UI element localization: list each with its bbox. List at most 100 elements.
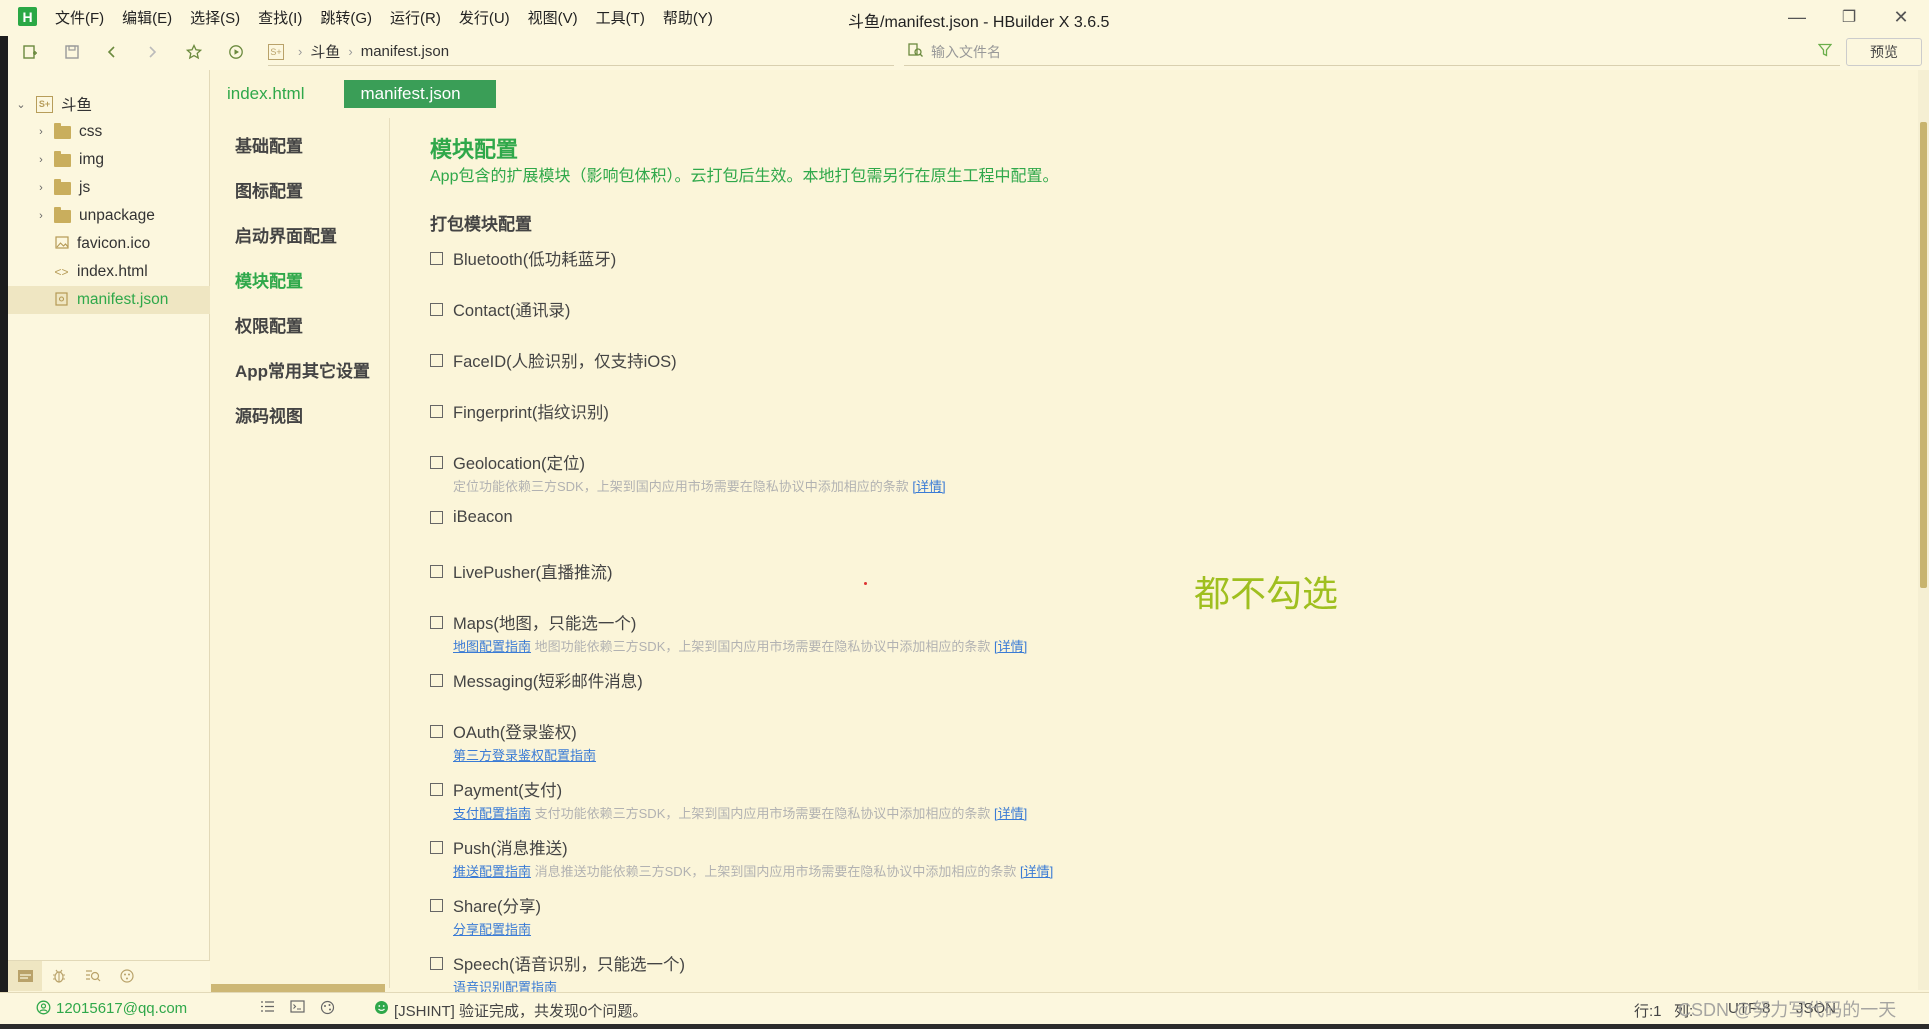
tree-item-index-html[interactable]: <> index.html (8, 258, 210, 286)
module-checkbox-row[interactable]: Push(消息推送) (430, 835, 1053, 859)
search-panel-icon[interactable] (76, 961, 110, 991)
module-checkbox-row[interactable]: Messaging(短彩邮件消息) (430, 668, 643, 692)
tree-item-js[interactable]: › js (8, 174, 210, 202)
tree-item-label: manifest.json (77, 291, 169, 308)
editor-tab-bar: index.html manifest.json (211, 80, 520, 108)
tree-item-css[interactable]: › css (8, 118, 210, 146)
module-checkbox-row[interactable]: Contact(通讯录) (430, 297, 570, 321)
payment-guide-link[interactable]: 支付配置指南 (453, 806, 531, 821)
module-checkbox-row[interactable]: Geolocation(定位) (430, 450, 946, 474)
module-checkbox-row[interactable]: iBeacon (430, 508, 513, 527)
menu-file[interactable]: 文件(F) (55, 7, 104, 28)
filter-icon[interactable] (1817, 43, 1833, 61)
menu-tools[interactable]: 工具(T) (596, 7, 645, 28)
user-icon (36, 1000, 51, 1018)
checkbox[interactable] (430, 724, 443, 738)
tree-item-img[interactable]: › img (8, 146, 210, 174)
minimize-button[interactable]: — (1784, 4, 1810, 30)
list-icon[interactable] (260, 1000, 275, 1016)
checkbox[interactable] (430, 840, 443, 854)
maximize-button[interactable]: ❐ (1836, 4, 1862, 30)
checkbox[interactable] (430, 956, 443, 970)
module-checkbox-row[interactable]: Fingerprint(指纹识别) (430, 399, 609, 423)
module-checkbox-row[interactable]: Maps(地图，只能选一个) (430, 610, 1027, 634)
tree-root-project[interactable]: ⌄ S+ 斗鱼 (8, 90, 210, 118)
menu-publish[interactable]: 发行(U) (459, 7, 510, 28)
menu-goto[interactable]: 跳转(G) (320, 7, 372, 28)
tree-item-unpackage[interactable]: › unpackage (8, 202, 210, 230)
module-checkbox-row[interactable]: Bluetooth(低功耗蓝牙) (430, 246, 616, 270)
details-link[interactable]: [详情] (994, 639, 1027, 654)
share-guide-link[interactable]: 分享配置指南 (453, 922, 531, 937)
menu-view[interactable]: 视图(V) (528, 7, 578, 28)
checkbox[interactable] (430, 302, 443, 316)
run-icon[interactable] (226, 42, 246, 62)
project-logo-icon: S+ (268, 43, 284, 60)
module-checkbox-row[interactable]: OAuth(登录鉴权) (430, 719, 596, 743)
checkbox[interactable] (430, 898, 443, 912)
nav-basic-config[interactable]: 基础配置 (235, 132, 303, 157)
details-link[interactable]: [详情] (1020, 864, 1053, 879)
module-label: Messaging(短彩邮件消息) (453, 673, 643, 691)
details-link[interactable]: [详情] (994, 806, 1027, 821)
close-button[interactable]: ✕ (1888, 4, 1914, 30)
save-icon[interactable] (62, 42, 82, 62)
forward-icon[interactable] (142, 42, 162, 62)
menu-edit[interactable]: 编辑(E) (122, 7, 172, 28)
preview-button[interactable]: 预览 (1846, 38, 1922, 66)
nav-permission-config[interactable]: 权限配置 (235, 312, 303, 337)
module-checkbox-row[interactable]: Speech(语音识别，只能选一个) (430, 951, 685, 975)
menu-run[interactable]: 运行(R) (390, 7, 441, 28)
checkbox[interactable] (430, 564, 443, 578)
nav-source-view[interactable]: 源码视图 (235, 402, 303, 427)
menu-help[interactable]: 帮助(Y) (663, 7, 713, 28)
project-manager-icon[interactable] (8, 960, 42, 991)
checkbox[interactable] (430, 673, 443, 687)
smile-status-icon (374, 1000, 389, 1018)
file-search-input[interactable] (931, 43, 1791, 60)
speech-guide-link[interactable]: 语音识别配置指南 (453, 980, 557, 992)
back-icon[interactable] (102, 42, 122, 62)
tab-index-html[interactable]: index.html (211, 80, 320, 108)
nav-splash-config[interactable]: 启动界面配置 (235, 222, 337, 247)
subsection-title: 打包模块配置 (430, 215, 532, 234)
checkbox[interactable] (430, 404, 443, 418)
tree-item-favicon[interactable]: favicon.ico (8, 230, 210, 258)
module-checkbox-row[interactable]: LivePusher(直播推流) (430, 559, 613, 583)
cursor-line[interactable]: 行:1 (1634, 1000, 1662, 1021)
new-file-icon[interactable] (20, 42, 40, 62)
module-checkbox-row[interactable]: Payment(支付) (430, 777, 1027, 801)
push-guide-link[interactable]: 推送配置指南 (453, 864, 531, 879)
annotation-text: 都不勾选 (1194, 573, 1339, 614)
debug-bug-icon[interactable] (42, 961, 76, 991)
breadcrumb-file[interactable]: manifest.json (361, 43, 449, 60)
menu-find[interactable]: 查找(I) (258, 7, 302, 28)
module-checkbox-row[interactable]: FaceID(人脸识别，仅支持iOS) (430, 348, 677, 372)
oauth-guide-link[interactable]: 第三方登录鉴权配置指南 (453, 748, 596, 763)
checkbox[interactable] (430, 353, 443, 367)
checkbox[interactable] (430, 782, 443, 796)
terminal-icon[interactable] (290, 1000, 305, 1016)
project-icon: S+ (36, 95, 53, 113)
module-maps: Maps(地图，只能选一个) 地图配置指南 地图功能依赖三方SDK，上架到国内应… (430, 610, 1027, 655)
checkbox[interactable] (430, 251, 443, 265)
palette-icon[interactable] (320, 1000, 335, 1018)
breadcrumb-project[interactable]: 斗鱼 (310, 41, 340, 62)
checkbox[interactable] (430, 615, 443, 629)
maps-guide-link[interactable]: 地图配置指南 (453, 639, 531, 654)
privacy-note-text: 定位功能依赖三方SDK，上架到国内应用市场需要在隐私协议中添加相应的条款 (453, 479, 909, 494)
nav-app-other-settings[interactable]: App常用其它设置 (235, 357, 370, 382)
plugin-icon[interactable] (110, 961, 144, 991)
scrollbar-thumb[interactable] (1920, 122, 1927, 588)
checkbox[interactable] (430, 511, 443, 524)
menu-select[interactable]: 选择(S) (190, 7, 240, 28)
tree-item-manifest-json[interactable]: manifest.json (8, 286, 210, 314)
checkbox[interactable] (430, 455, 443, 469)
favorite-star-icon[interactable] (184, 42, 204, 62)
tab-manifest-json[interactable]: manifest.json (344, 80, 497, 108)
module-checkbox-row[interactable]: Share(分享) (430, 893, 541, 917)
details-link[interactable]: [详情] (912, 479, 945, 494)
nav-icon-config[interactable]: 图标配置 (235, 177, 303, 202)
account-email[interactable]: 12015617@qq.com (56, 1000, 187, 1017)
nav-module-config[interactable]: 模块配置 (235, 267, 303, 292)
